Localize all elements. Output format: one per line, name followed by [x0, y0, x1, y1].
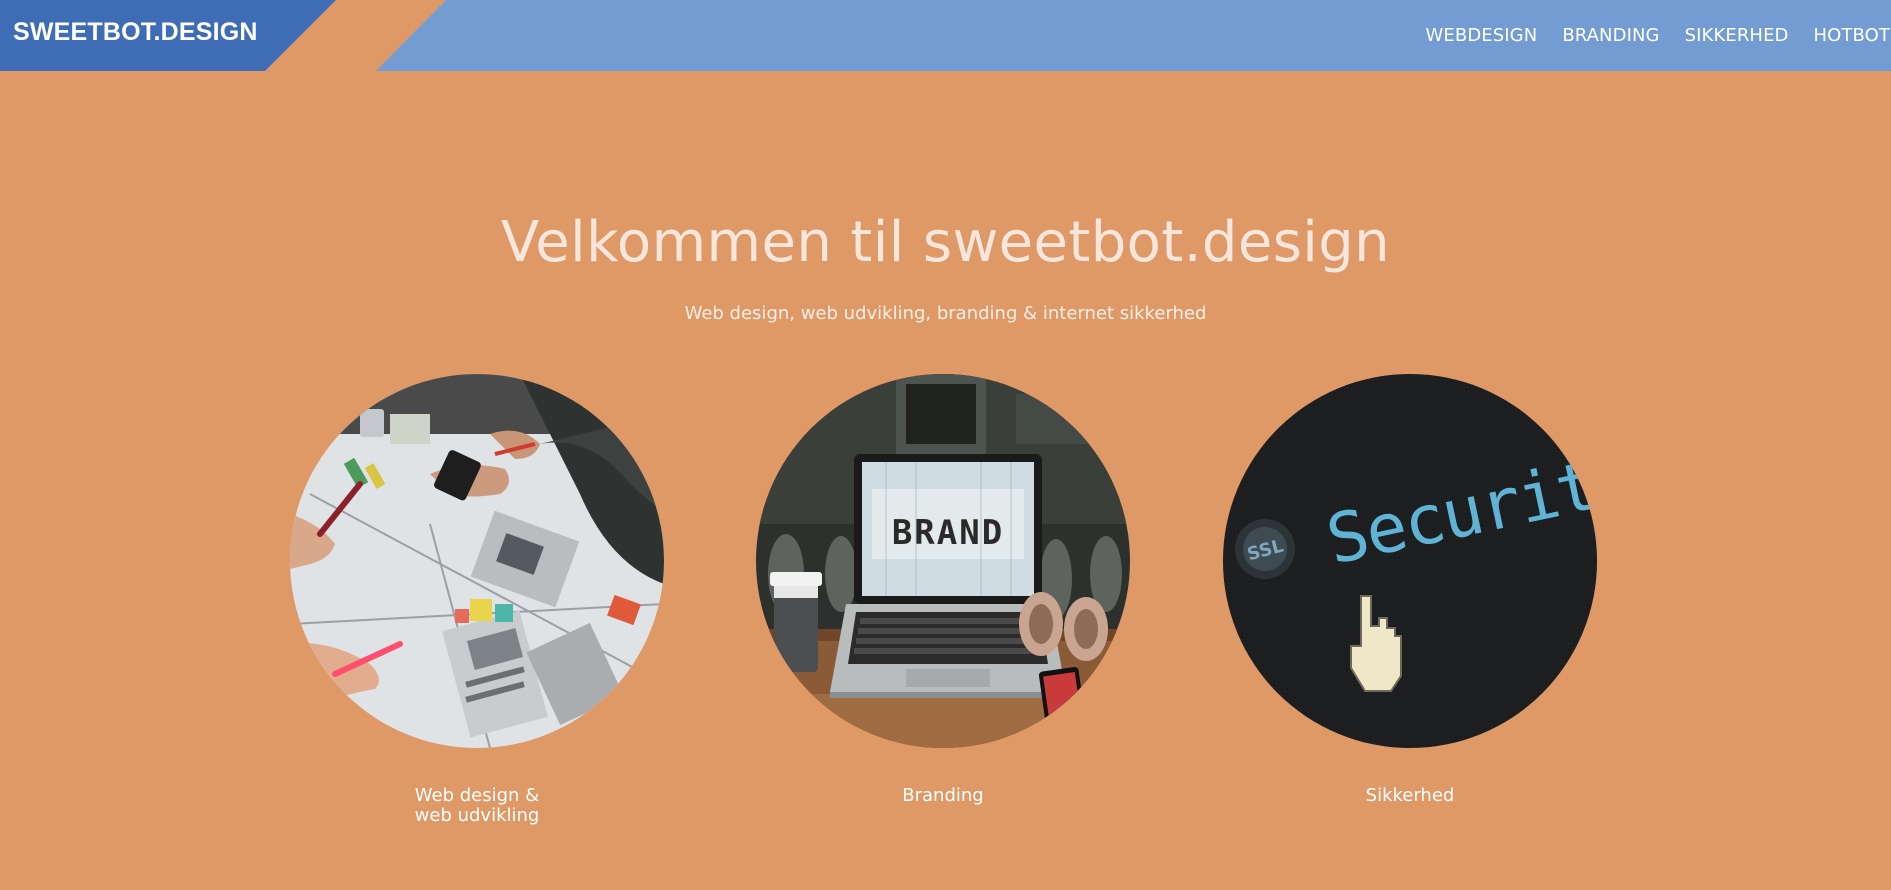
- nav-webdesign[interactable]: WEBDESIGN: [1413, 25, 1550, 46]
- design-workspace-image: [290, 374, 664, 748]
- service-label-line-1: Web design &: [414, 785, 540, 806]
- nav-sikkerhed[interactable]: SIKKERHED: [1672, 25, 1801, 46]
- main-nav: WEBDESIGN BRANDING SIKKERHED HOTBOT: [1413, 0, 1891, 71]
- service-label-branding: Branding: [902, 785, 984, 806]
- page: SWEETBOT.DESIGN WEBDESIGN BRANDING SIKKE…: [0, 0, 1891, 890]
- brand-screen-text: BRAND: [892, 513, 1004, 553]
- laptop-brand-image: BRAND: [756, 374, 1130, 748]
- page-subtitle: Web design, web udvikling, branding & in…: [684, 303, 1207, 324]
- service-label-sikkerhed: Sikkerhed: [1365, 785, 1455, 806]
- nav-branding[interactable]: BRANDING: [1550, 25, 1672, 46]
- service-label-webdesign: Web design & web udvikling: [290, 786, 664, 826]
- service-card-branding[interactable]: BRAND Branding: [756, 374, 1130, 806]
- site-header: SWEETBOT.DESIGN WEBDESIGN BRANDING SIKKE…: [0, 0, 1891, 71]
- page-title: Velkommen til sweetbot.design: [500, 210, 1391, 275]
- nav-hotbot[interactable]: HOTBOT: [1801, 25, 1891, 46]
- service-card-sikkerhed[interactable]: SSL Security Sikkerhed: [1223, 374, 1597, 806]
- service-card-webdesign[interactable]: Web design & web udvikling: [290, 374, 664, 826]
- site-logo[interactable]: SWEETBOT.DESIGN: [13, 18, 258, 47]
- service-label-line-2: web udvikling: [414, 805, 540, 826]
- security-screen-image: SSL Security: [1223, 374, 1597, 748]
